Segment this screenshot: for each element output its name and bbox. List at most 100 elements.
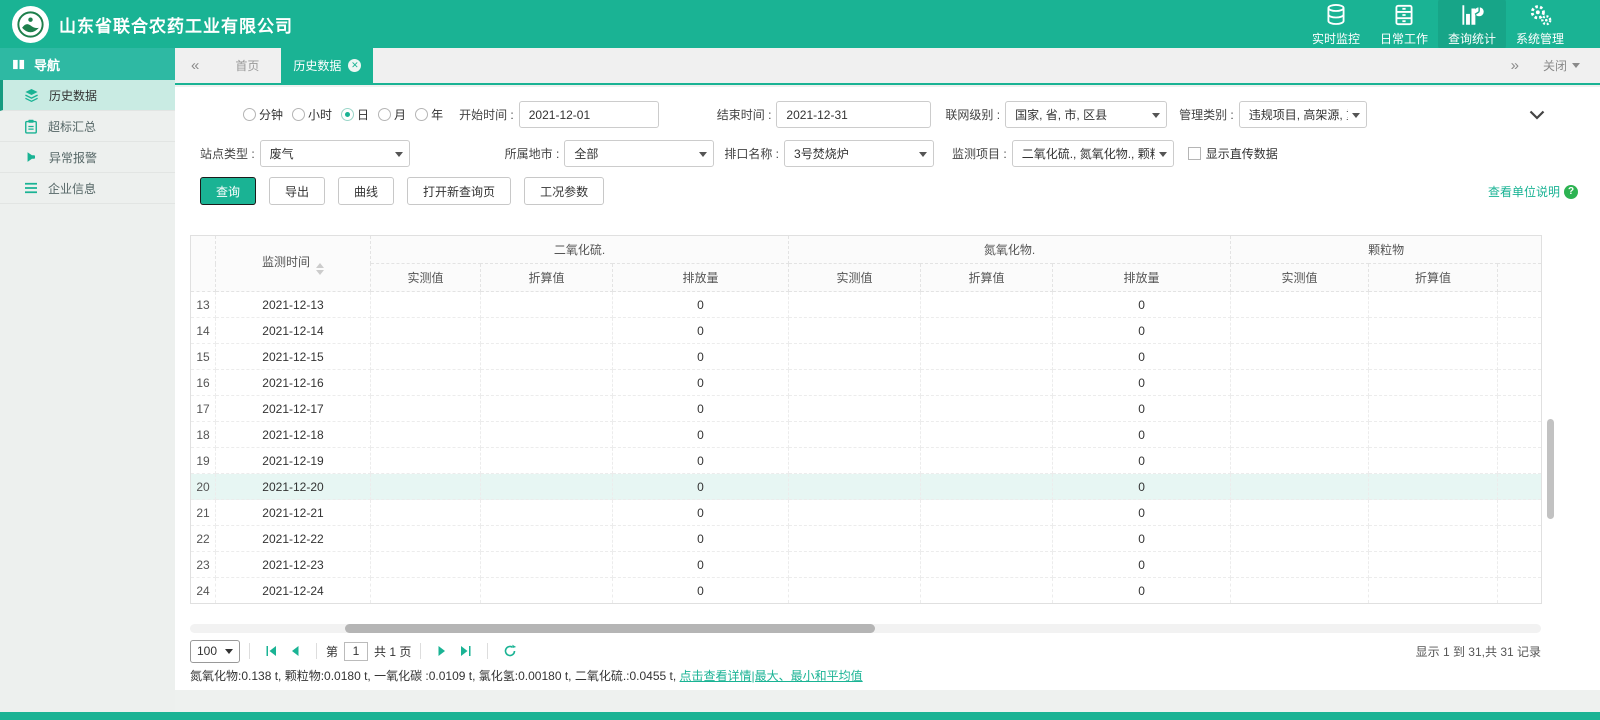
sidebar-item-label: 企业信息	[48, 181, 97, 196]
page-size-select[interactable]: 100	[190, 639, 240, 663]
data-cell	[1368, 473, 1499, 500]
radio-circle-icon	[341, 108, 355, 121]
sort-icon[interactable]	[316, 262, 324, 275]
data-cell	[1230, 343, 1370, 370]
pagination-bar: 100 第 1 共 1 页 显示 1 到 31,共 31 记录	[190, 638, 1541, 664]
divider	[487, 643, 489, 659]
nav-label: 查询统计	[1447, 32, 1496, 46]
table-row[interactable]: 17 2021-12-17 0 0	[190, 395, 1543, 422]
last-page-button[interactable]	[454, 645, 478, 657]
table-row[interactable]: 21 2021-12-21 0 0	[190, 499, 1543, 526]
data-cell	[788, 343, 922, 370]
divider	[249, 643, 250, 659]
data-cell	[920, 577, 1054, 604]
data-cell	[788, 421, 922, 448]
query-button[interactable]: 查询	[200, 177, 257, 205]
table-row[interactable]: 22 2021-12-22 0 0	[190, 525, 1543, 552]
refresh-button[interactable]	[497, 644, 523, 658]
nav-system-management[interactable]: 系统管理	[1506, 0, 1574, 49]
row-number: 17	[190, 395, 216, 422]
table-row[interactable]: 13 2021-12-13 0 0	[190, 291, 1543, 318]
sidebar-item-exceedance-summary[interactable]: 超标汇总	[0, 111, 175, 142]
first-page-button[interactable]	[259, 645, 283, 657]
data-cell	[1497, 473, 1543, 500]
page-number-input[interactable]: 1	[344, 641, 369, 661]
tab-history-data[interactable]: 历史数据 ✕	[281, 48, 374, 83]
table-row[interactable]: 14 2021-12-14 0 0	[190, 317, 1543, 344]
end-time-label: 结束时间 :	[716, 108, 772, 122]
radio-hour[interactable]: 小时	[292, 106, 332, 123]
sidebar-item-abnormal-alarm[interactable]: 异常报警	[0, 142, 175, 173]
sidebar-item-enterprise-info[interactable]: 企业信息	[0, 173, 175, 204]
tab-bar: « 首页 历史数据 ✕ » 关闭	[175, 48, 1600, 85]
close-menu-dropdown[interactable]: 关闭	[1543, 57, 1580, 74]
nav-squares-icon	[13, 59, 25, 69]
detail-link[interactable]: 点击查看详情|最大、最小和平均值	[680, 669, 863, 683]
tab-close-icon[interactable]: ✕	[348, 59, 362, 72]
chevron-down-icon	[919, 152, 928, 157]
radio-year[interactable]: 年	[415, 106, 443, 123]
logo-emblem-icon	[16, 9, 45, 39]
data-cell: 0	[611, 499, 790, 526]
next-page-button[interactable]	[430, 645, 454, 657]
col-header-pm-converted: 折算值	[1368, 263, 1499, 292]
database-icon	[1327, 4, 1345, 25]
start-time-input[interactable]	[518, 101, 659, 128]
table-row[interactable]: 20 2021-12-20 0 0	[190, 473, 1543, 500]
tab-bar-right: » 关闭	[1495, 57, 1600, 74]
radio-minute[interactable]: 分钟	[243, 106, 283, 123]
data-cell: 0	[611, 525, 790, 552]
condition-params-button[interactable]: 工况参数	[524, 177, 605, 205]
export-button[interactable]: 导出	[269, 177, 326, 205]
table-row[interactable]: 24 2021-12-24 0 0	[190, 577, 1543, 604]
direct-data-checkbox[interactable]	[1187, 147, 1201, 160]
sidebar-item-history-data[interactable]: 历史数据	[0, 80, 175, 111]
collapse-filter-icon[interactable]	[1529, 109, 1545, 123]
horizontal-scrollbar[interactable]	[345, 624, 875, 633]
scroll-tabs-left-icon[interactable]: «	[191, 57, 199, 74]
page-prefix: 第	[326, 644, 339, 659]
data-cell	[1230, 577, 1370, 604]
vertical-scrollbar[interactable]	[1547, 419, 1554, 519]
mgmt-category-select[interactable]: 违规项目, 高架源, 重点排污	[1238, 101, 1367, 128]
nav-query-statistics[interactable]: 查询统计	[1438, 0, 1506, 49]
nav-daily-work[interactable]: 日常工作	[1370, 0, 1438, 49]
radio-month[interactable]: 月	[378, 106, 406, 123]
scroll-tabs-right-icon[interactable]: »	[1511, 57, 1519, 74]
layers-icon	[25, 88, 38, 102]
monitor-date: 2021-12-21	[215, 499, 371, 526]
data-cell	[1368, 421, 1499, 448]
data-cell	[480, 369, 613, 396]
monitor-date: 2021-12-23	[215, 551, 371, 578]
table-row[interactable]: 23 2021-12-23 0 0	[190, 551, 1543, 578]
nav-realtime-monitor[interactable]: 实时监控	[1302, 0, 1370, 49]
monitor-time-header[interactable]: 监测时间	[215, 235, 371, 292]
radio-day[interactable]: 日	[341, 106, 369, 123]
network-level-select[interactable]: 国家, 省, 市, 区县	[1005, 101, 1168, 128]
city-select[interactable]: 全部	[564, 140, 715, 167]
table-row[interactable]: 18 2021-12-18 0 0	[190, 421, 1543, 448]
app-header: 山东省联合农药工业有限公司 实时监控 日常工作 查询统计 系统管理	[0, 0, 1600, 49]
data-cell	[480, 577, 613, 604]
data-cell	[480, 525, 613, 552]
open-new-query-button[interactable]: 打开新查询页	[407, 177, 512, 205]
table-row[interactable]: 15 2021-12-15 0 0	[190, 343, 1543, 370]
col-header-so2-converted: 折算值	[480, 263, 613, 292]
table-row[interactable]: 19 2021-12-19 0 0	[190, 447, 1543, 474]
unit-description-link[interactable]: 查看单位说明 ?	[1488, 183, 1578, 200]
data-cell	[920, 395, 1054, 422]
data-cell: 0	[1052, 447, 1232, 474]
end-time-input[interactable]	[776, 101, 932, 128]
curve-button[interactable]: 曲线	[338, 177, 395, 205]
data-cell: 0	[611, 291, 790, 318]
table-row[interactable]: 16 2021-12-16 0 0	[190, 369, 1543, 396]
outlet-name-select[interactable]: 3号焚烧炉	[784, 140, 935, 167]
first-page-icon	[266, 646, 276, 656]
outlet-name-value: 3号焚烧炉	[794, 147, 849, 161]
tab-home[interactable]: 首页	[235, 57, 259, 74]
monitor-items-select[interactable]: 二氧化硫., 氮氧化物., 颗粒	[1011, 140, 1174, 167]
radio-circle-icon	[243, 108, 256, 121]
site-type-select[interactable]: 废气	[259, 140, 410, 167]
prev-page-button[interactable]	[283, 645, 307, 657]
direct-data-label: 显示直传数据	[1205, 147, 1278, 161]
